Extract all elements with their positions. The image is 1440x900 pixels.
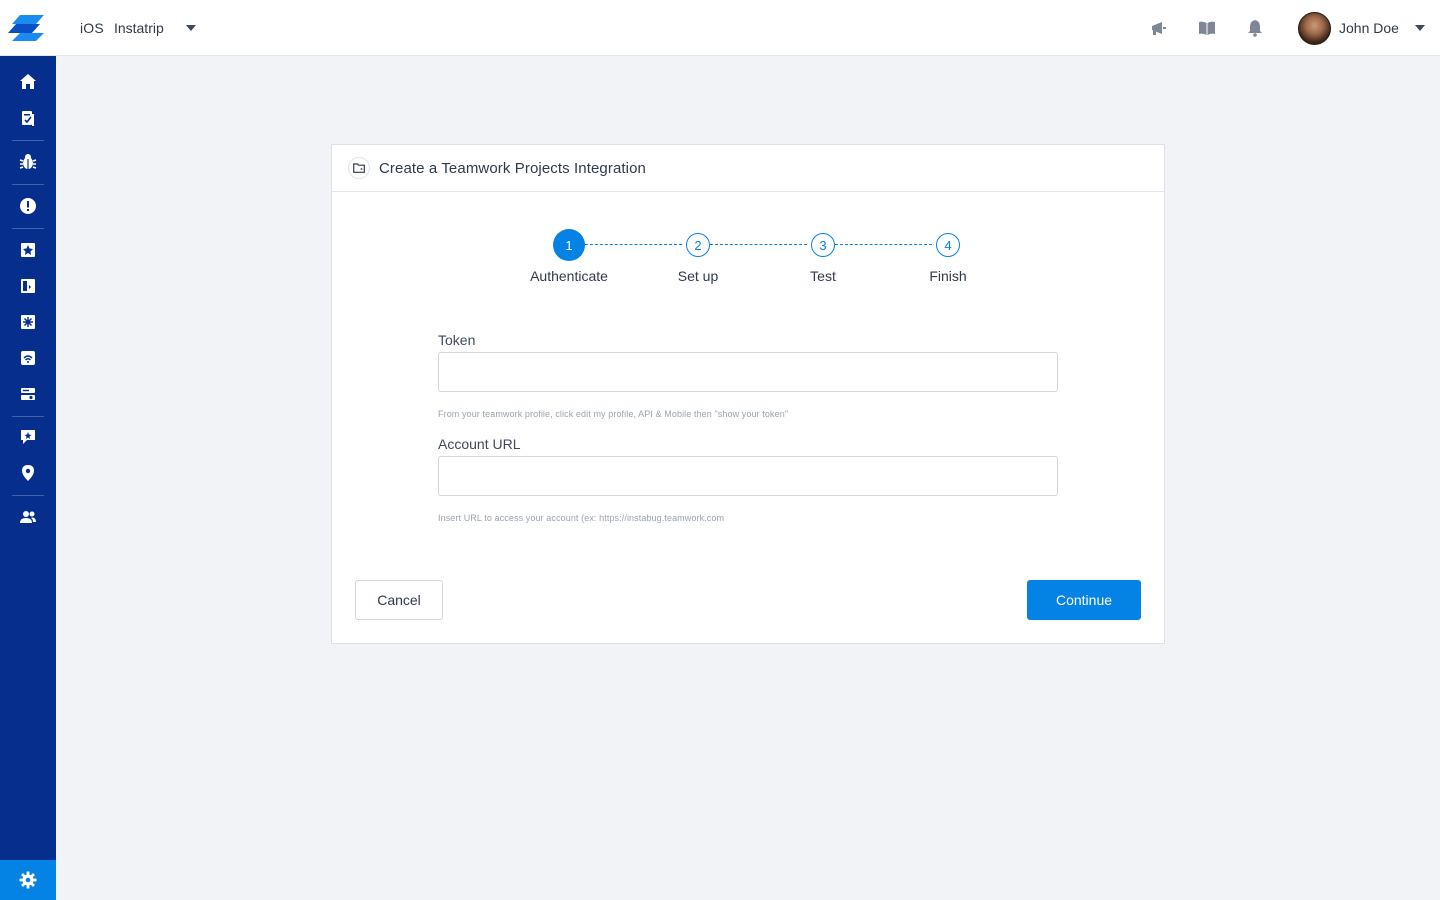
- network-icon[interactable]: [0, 340, 56, 376]
- platform-label: iOS: [80, 20, 104, 36]
- step-1-label: Authenticate: [530, 268, 608, 284]
- sidebar: [0, 56, 56, 900]
- step-connector: [585, 244, 682, 245]
- cancel-button[interactable]: Cancel: [355, 580, 443, 620]
- logo-mark-icon: [8, 15, 44, 41]
- nav-divider: [12, 184, 44, 185]
- integration-dialog: Create a Teamwork Projects Integration 1…: [331, 144, 1165, 644]
- chats-icon[interactable]: [0, 419, 56, 455]
- token-label: Token: [438, 332, 476, 348]
- step-3-circle: 3: [811, 233, 835, 257]
- step-connector: [710, 244, 807, 245]
- app-ratings-icon[interactable]: [0, 232, 56, 268]
- crash-alert-icon[interactable]: [0, 188, 56, 224]
- integration-folder-icon: [348, 157, 370, 179]
- top-bar: iOS Instatrip John Doe: [0, 0, 1440, 56]
- nav-divider: [12, 416, 44, 417]
- step-1-circle: 1: [553, 229, 585, 261]
- step-4-circle: 4: [936, 233, 960, 257]
- team-users-icon[interactable]: [0, 499, 56, 535]
- step-2-circle: 2: [686, 233, 710, 257]
- continue-button[interactable]: Continue: [1027, 580, 1141, 620]
- chevron-down-icon: [1414, 25, 1425, 31]
- gear-icon: [19, 871, 37, 889]
- dialog-header: Create a Teamwork Projects Integration: [332, 145, 1164, 192]
- bug-icon[interactable]: [0, 144, 56, 180]
- step-2-label: Set up: [677, 268, 719, 284]
- account-url-label: Account URL: [438, 436, 521, 452]
- integrations-icon[interactable]: [0, 376, 56, 412]
- progress-stepper: 1 2 3 4 Authenticate Set up Test Finish: [332, 229, 1166, 293]
- user-name: John Doe: [1339, 20, 1399, 36]
- token-input[interactable]: [438, 352, 1058, 392]
- account-url-input[interactable]: [438, 456, 1058, 496]
- features-icon[interactable]: [0, 304, 56, 340]
- notification-bell-icon[interactable]: [1244, 17, 1266, 39]
- dialog-title: Create a Teamwork Projects Integration: [379, 159, 646, 177]
- nav-divider: [12, 228, 44, 229]
- step-3-label: Test: [810, 268, 836, 284]
- step-4-label: Finish: [929, 268, 967, 284]
- nav-divider: [12, 140, 44, 141]
- instabug-logo[interactable]: [0, 0, 56, 56]
- user-menu[interactable]: John Doe: [1298, 11, 1425, 45]
- docs-book-icon[interactable]: [1196, 17, 1218, 39]
- surveys-icon[interactable]: [0, 268, 56, 304]
- account-url-hint: Insert URL to access your account (ex: h…: [438, 513, 725, 523]
- token-hint: From your teamwork profile, click edit m…: [438, 409, 789, 419]
- avatar: [1298, 11, 1331, 45]
- nav-divider: [12, 495, 44, 496]
- location-pin-icon[interactable]: [0, 455, 56, 491]
- step-connector: [835, 244, 932, 245]
- app-name: Instatrip: [113, 20, 164, 36]
- app-switcher[interactable]: iOS Instatrip: [80, 17, 196, 39]
- chevron-down-icon: [185, 25, 196, 31]
- home-icon[interactable]: [0, 64, 56, 100]
- announcement-icon[interactable]: [1148, 17, 1170, 39]
- reports-icon[interactable]: [0, 100, 56, 136]
- settings-button[interactable]: [0, 860, 56, 900]
